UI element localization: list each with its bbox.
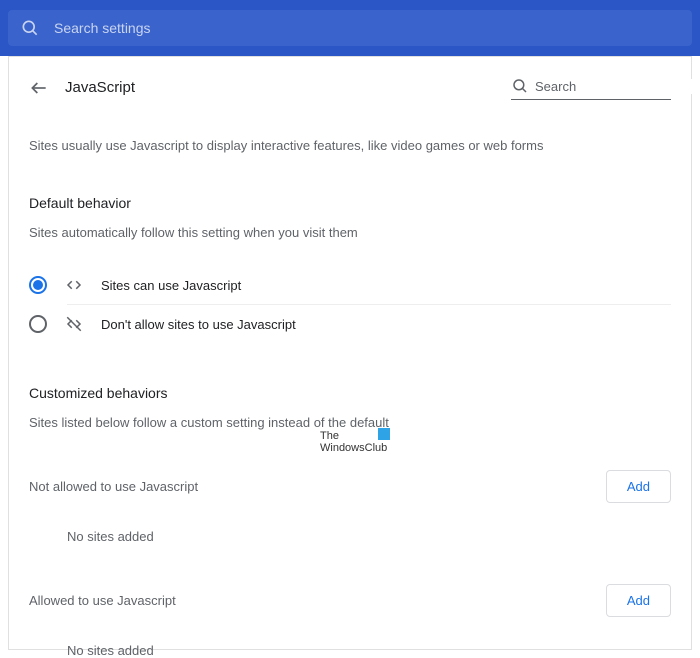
option-block-js[interactable]: Don't allow sites to use Javascript [29, 305, 671, 343]
not-allowed-empty: No sites added [67, 529, 671, 544]
radio-unselected[interactable] [29, 315, 47, 333]
local-search[interactable] [511, 75, 671, 100]
not-allowed-label: Not allowed to use Javascript [29, 479, 198, 494]
local-search-input[interactable] [535, 79, 700, 94]
option-label: Don't allow sites to use Javascript [101, 317, 296, 332]
search-icon [20, 18, 40, 38]
intro-text: Sites usually use Javascript to display … [29, 138, 671, 153]
default-behavior-subtitle: Sites automatically follow this setting … [29, 225, 671, 240]
top-bar [0, 0, 700, 56]
watermark-line2: WindowsClub [320, 442, 387, 454]
watermark-line1: The [320, 430, 387, 442]
default-behavior-options: Sites can use Javascript Don't allow sit… [29, 266, 671, 343]
default-behavior-title: Default behavior [29, 195, 671, 211]
code-off-icon [65, 315, 83, 333]
allowed-empty: No sites added [67, 643, 671, 658]
settings-panel: JavaScript Sites usually use Javascript … [8, 56, 692, 650]
back-button[interactable] [29, 78, 49, 98]
option-allow-js[interactable]: Sites can use Javascript [29, 266, 671, 304]
code-icon [65, 276, 83, 294]
global-search[interactable] [8, 10, 692, 46]
customized-subtitle: Sites listed below follow a custom setti… [29, 415, 671, 430]
search-icon [511, 77, 529, 95]
watermark: The WindowsClub [320, 430, 387, 454]
radio-selected[interactable] [29, 276, 47, 294]
add-not-allowed-button[interactable]: Add [606, 470, 671, 503]
page-title: JavaScript [65, 79, 135, 96]
global-search-input[interactable] [54, 20, 680, 36]
allowed-label: Allowed to use Javascript [29, 593, 176, 608]
customized-title: Customized behaviors [29, 385, 671, 401]
add-allowed-button[interactable]: Add [606, 584, 671, 617]
option-label: Sites can use Javascript [101, 278, 241, 293]
